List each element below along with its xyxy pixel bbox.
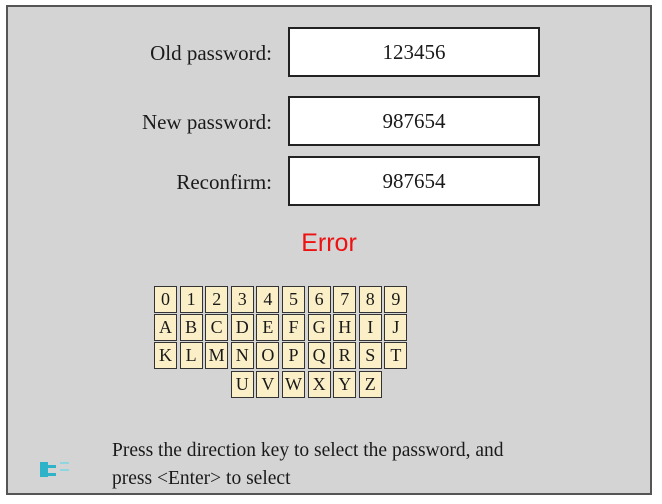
key-n[interactable]: N [230, 342, 254, 370]
on-screen-keyboard: 0123456789 ABCDEFGHIJ KLMNOPQRST UVWXYZ [154, 286, 534, 426]
key-5[interactable]: 5 [282, 286, 305, 313]
key-e[interactable]: E [256, 314, 280, 342]
key-u[interactable]: U [230, 370, 254, 398]
key-g[interactable]: G [307, 314, 331, 342]
old-password-row: Old password: 123456 [8, 27, 650, 79]
direction-key-icon [40, 462, 69, 477]
new-password-field[interactable]: 987654 [288, 96, 540, 146]
key-x[interactable]: X [307, 370, 331, 398]
hint-line-1: Press the direction key to select the pa… [112, 440, 504, 461]
hint-line-2: press <Enter> to select [112, 468, 291, 489]
key-8[interactable]: 8 [358, 286, 382, 313]
key-j[interactable]: J [384, 314, 408, 342]
key-p[interactable]: P [282, 342, 305, 370]
old-password-label: Old password: [150, 41, 272, 65]
key-1[interactable]: 1 [179, 286, 203, 313]
key-d[interactable]: D [230, 314, 254, 342]
error-message: Error [301, 229, 357, 257]
key-s[interactable]: S [358, 342, 382, 370]
key-b[interactable]: B [179, 314, 203, 342]
key-6[interactable]: 6 [307, 286, 331, 313]
key-9[interactable]: 9 [384, 286, 408, 313]
reconfirm-row: Reconfirm: 987654 [8, 156, 650, 208]
key-o[interactable]: O [256, 342, 280, 370]
key-2[interactable]: 2 [205, 286, 229, 313]
key-h[interactable]: H [333, 314, 357, 342]
key-k[interactable]: K [154, 342, 177, 370]
key-m[interactable]: M [205, 342, 229, 370]
hint-text: Press the direction key to select the pa… [112, 437, 652, 493]
key-i[interactable]: I [358, 314, 382, 342]
key-r[interactable]: R [333, 342, 357, 370]
key-q[interactable]: Q [307, 342, 331, 370]
key-3[interactable]: 3 [230, 286, 254, 313]
new-password-label: New password: [141, 110, 272, 134]
key-a[interactable]: A [154, 314, 177, 342]
old-password-field[interactable]: 123456 [288, 27, 540, 77]
key-t[interactable]: T [384, 342, 408, 370]
reconfirm-field[interactable]: 987654 [288, 156, 540, 206]
key-w[interactable]: W [282, 370, 305, 398]
password-change-screen: Old password: 123456 New password: 98765… [6, 5, 652, 495]
key-f[interactable]: F [282, 314, 305, 342]
hint-area: Press the direction key to select the pa… [8, 437, 650, 497]
key-l[interactable]: L [179, 342, 203, 370]
key-0[interactable]: 0 [154, 286, 177, 313]
key-4[interactable]: 4 [256, 286, 280, 313]
reconfirm-label: Reconfirm: [176, 170, 272, 194]
new-password-row: New password: 987654 [8, 96, 650, 148]
key-7[interactable]: 7 [333, 286, 357, 313]
key-c[interactable]: C [205, 314, 229, 342]
key-z[interactable]: Z [358, 370, 382, 398]
key-y[interactable]: Y [333, 370, 357, 398]
key-v[interactable]: V [256, 370, 280, 398]
